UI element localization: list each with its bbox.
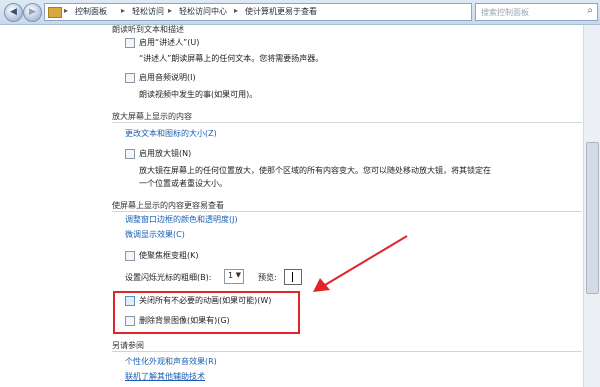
section-divider xyxy=(112,351,582,352)
assistive-tech-online-link[interactable]: 联机了解其他辅助技术 xyxy=(125,371,205,382)
personalize-link[interactable]: 个性化外观和声音效果(R) xyxy=(125,356,217,367)
scrollbar-thumb[interactable] xyxy=(586,142,599,294)
annotation-arrow-icon xyxy=(313,235,408,292)
see-also-heading: 另请参阅 xyxy=(112,341,144,350)
vertical-scrollbar[interactable] xyxy=(583,25,600,387)
